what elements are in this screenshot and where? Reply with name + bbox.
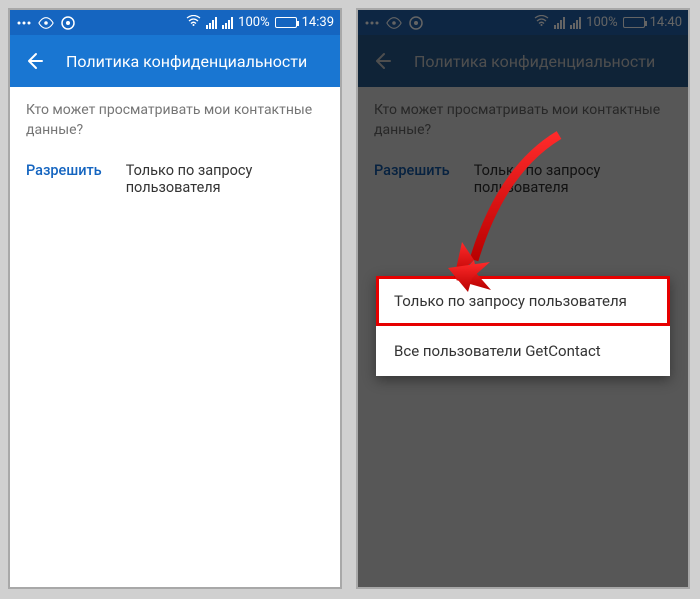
page-body: Кто может просматривать мои контактные д…: [10, 87, 340, 587]
options-popup: Только по запросу пользователя Все польз…: [376, 276, 670, 376]
target-icon: [60, 15, 76, 31]
setting-value: Только по запросу пользователя: [126, 162, 324, 196]
eye-icon: [38, 15, 54, 31]
setting-row[interactable]: Разрешить Только по запросу пользователя: [10, 150, 340, 208]
clock: 14:39: [302, 15, 334, 30]
battery-pct: 100%: [238, 15, 269, 30]
wifi-icon: [186, 15, 201, 30]
screenshot-left: 100% 14:39 Политика конфиденциальности К…: [8, 8, 342, 589]
signal-icon-2: [222, 17, 233, 29]
notification-icon: [16, 15, 32, 31]
signal-icon-1: [206, 17, 217, 29]
status-bar: 100% 14:39: [10, 10, 340, 35]
page-title: Политика конфиденциальности: [66, 52, 307, 71]
setting-label: Разрешить: [26, 162, 102, 196]
battery-icon: [275, 17, 297, 28]
option-all-users[interactable]: Все пользователи GetContact: [376, 326, 670, 376]
app-header: Политика конфиденциальности: [10, 35, 340, 87]
option-on-request[interactable]: Только по запросу пользователя: [376, 276, 670, 326]
back-button[interactable]: [24, 51, 44, 71]
screenshot-right: 100% 14:40 Политика конфиденциальности К…: [356, 8, 690, 589]
section-heading: Кто может просматривать мои контактные д…: [10, 87, 340, 150]
